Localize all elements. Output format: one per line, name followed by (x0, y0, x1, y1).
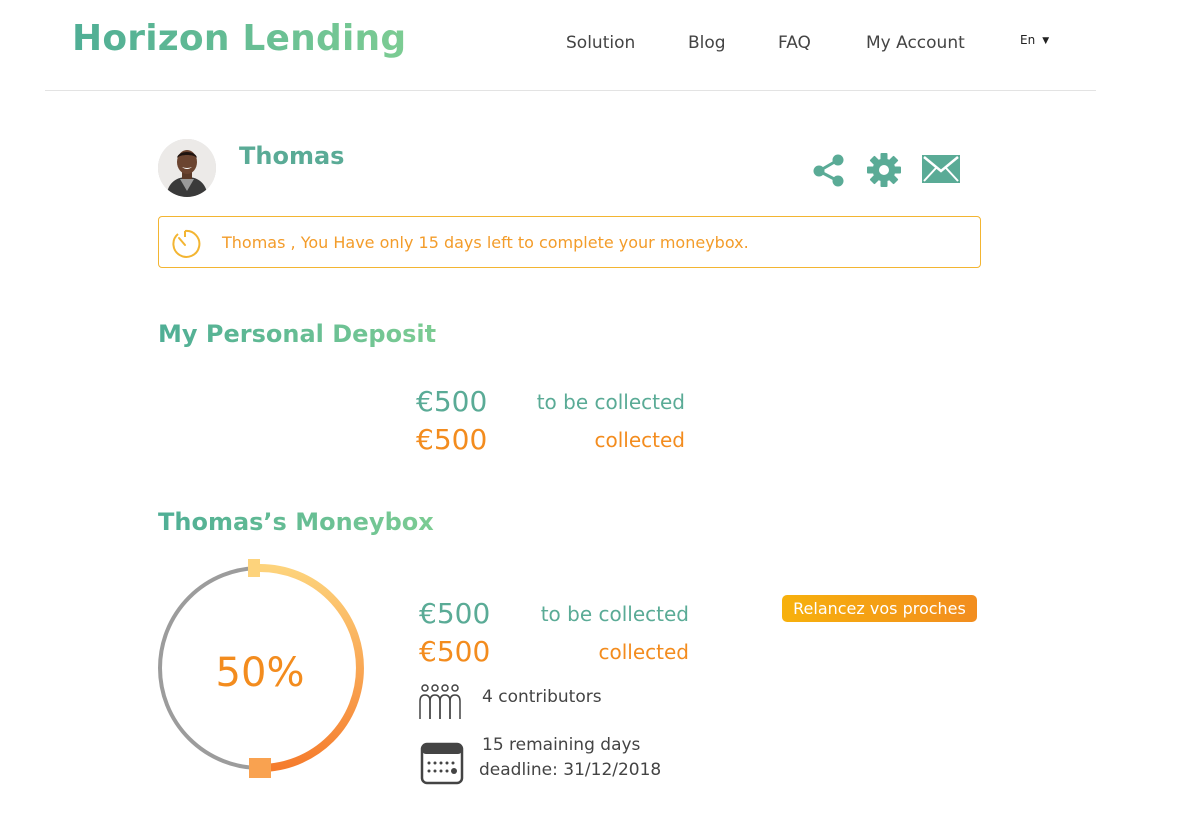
moneybox-collected-amount: €500 (419, 635, 491, 668)
language-label: En (1020, 33, 1036, 47)
header-divider (45, 90, 1096, 91)
language-selector[interactable]: En ▼ (1020, 33, 1049, 47)
calendar-icon (420, 741, 464, 789)
nav-faq[interactable]: FAQ (778, 33, 811, 53)
remind-contacts-button[interactable]: Relancez vos proches (782, 595, 977, 622)
brand-logo[interactable]: Horizon Lending (72, 18, 406, 59)
timer-icon (169, 228, 201, 264)
alert-message: Thomas , You Have only 15 days left to c… (222, 233, 749, 252)
moneybox-to-collect-amount: €500 (419, 597, 491, 630)
deposit-to-collect-label: to be collected (536, 390, 685, 414)
deposit-collected-amount: €500 (416, 423, 488, 456)
share-icon[interactable] (811, 153, 846, 188)
mail-icon[interactable] (921, 154, 961, 184)
deposit-title: My Personal Deposit (158, 320, 437, 348)
deposit-to-collect-amount: €500 (416, 385, 488, 418)
moneybox-title: Thomas’s Moneybox (158, 508, 434, 536)
avatar-image (158, 139, 216, 197)
progress-percent: 50% (215, 650, 305, 696)
caret-down-icon: ▼ (1042, 36, 1050, 46)
deadline-date: deadline: 31/12/2018 (479, 760, 662, 780)
contributors-icon (416, 683, 464, 727)
progress-marker (249, 758, 271, 778)
moneybox-collected-label: collected (598, 640, 690, 664)
contributors-count: 4 contributors (482, 687, 602, 707)
nav-solution[interactable]: Solution (566, 33, 635, 53)
nav-my-account[interactable]: My Account (866, 33, 965, 53)
profile-name: Thomas (239, 142, 345, 170)
nav-blog[interactable]: Blog (688, 33, 726, 53)
gear-icon[interactable] (866, 152, 902, 188)
avatar[interactable] (158, 139, 216, 197)
remaining-days: 15 remaining days (482, 735, 641, 755)
moneybox-to-collect-label: to be collected (540, 602, 689, 626)
deposit-collected-label: collected (594, 428, 686, 452)
